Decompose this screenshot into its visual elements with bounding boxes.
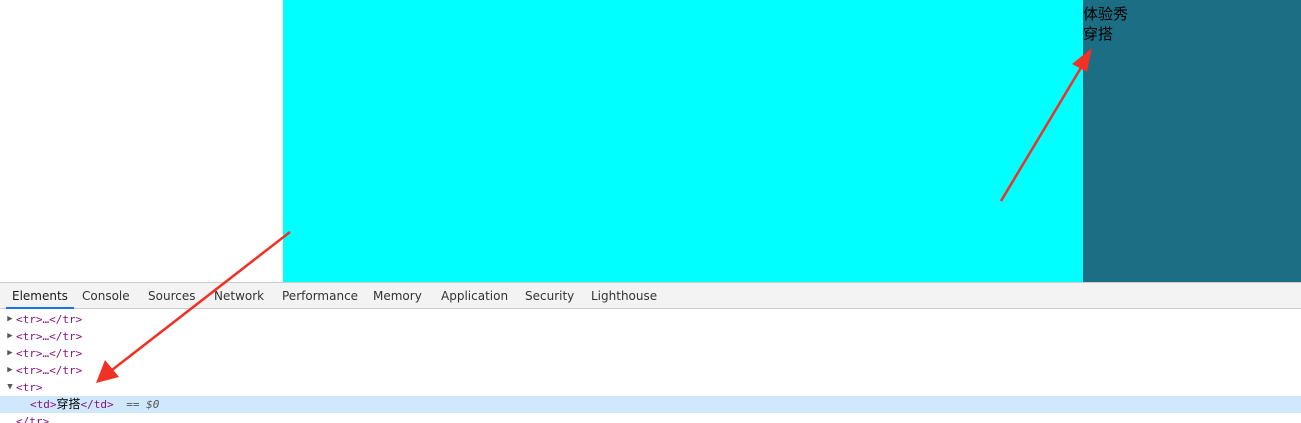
td-open-tag: <td>	[30, 398, 57, 411]
tree-row-collapsed[interactable]: ▶ <tr>…</tr>	[0, 311, 1301, 328]
cell-text-line-1: 体验秀	[1083, 5, 1129, 23]
collapse-triangle-icon[interactable]: ▼	[5, 379, 15, 396]
teal-table-cell: 体验秀 穿搭	[1083, 0, 1301, 282]
tab-network[interactable]: Network	[214, 283, 264, 309]
cell-text-line-2: 穿搭	[1083, 25, 1114, 43]
devtools-panel: Elements Console Sources Network Perform…	[0, 282, 1301, 423]
tr-collapsed-tag: <tr>…</tr>	[16, 330, 83, 343]
tr-close-tag: </tr>	[16, 415, 50, 423]
tree-row-selected-td[interactable]: <td>穿搭</td> == $0	[0, 396, 1301, 413]
tree-row-collapsed[interactable]: ▶ <tr>…</tr>	[0, 345, 1301, 362]
expand-triangle-icon[interactable]: ▶	[5, 362, 15, 379]
page-viewport: 体验秀 穿搭	[0, 0, 1301, 282]
td-close-tag: </td>	[80, 398, 114, 411]
tree-row-open-tr[interactable]: ▼ <tr>	[0, 379, 1301, 396]
tab-elements[interactable]: Elements	[6, 283, 74, 309]
tree-row-close-tr[interactable]: </tr>	[0, 413, 1301, 423]
tree-row-collapsed[interactable]: ▶ <tr>…</tr>	[0, 328, 1301, 345]
td-text-node: 穿搭	[56, 397, 81, 411]
cyan-table-cell	[283, 0, 1083, 282]
selected-node-marker: == $0	[126, 398, 160, 411]
expand-triangle-icon[interactable]: ▶	[5, 311, 15, 328]
tab-sources[interactable]: Sources	[148, 283, 195, 309]
expand-triangle-icon[interactable]: ▶	[5, 328, 15, 345]
tr-collapsed-tag: <tr>…</tr>	[16, 313, 83, 326]
tr-open-tag: <tr>	[16, 381, 43, 394]
tab-application[interactable]: Application	[441, 283, 508, 309]
expand-triangle-icon[interactable]: ▶	[5, 345, 15, 362]
devtools-tabbar: Elements Console Sources Network Perform…	[0, 282, 1301, 309]
tab-console[interactable]: Console	[82, 283, 130, 309]
cell-text: 体验秀 穿搭	[1083, 4, 1128, 44]
tab-lighthouse[interactable]: Lighthouse	[591, 283, 657, 309]
tab-memory[interactable]: Memory	[373, 283, 422, 309]
tr-collapsed-tag: <tr>…</tr>	[16, 347, 83, 360]
tab-security[interactable]: Security	[525, 283, 574, 309]
tr-collapsed-tag: <tr>…</tr>	[16, 364, 83, 377]
tab-performance[interactable]: Performance	[282, 283, 358, 309]
tree-row-collapsed[interactable]: ▶ <tr>…</tr>	[0, 362, 1301, 379]
